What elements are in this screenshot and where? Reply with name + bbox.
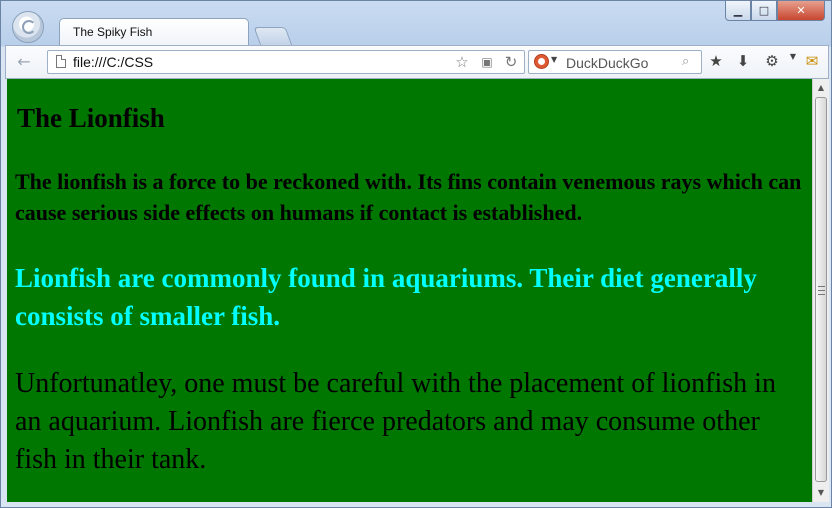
page-title: The Lionfish: [17, 103, 165, 133]
diet-paragraph: Lionfish are commonly found in aquariums…: [15, 263, 757, 331]
page-icon: [56, 55, 66, 68]
new-tab-button[interactable]: [253, 27, 293, 46]
grip-icon: [818, 286, 825, 295]
reload-icon[interactable]: ↻: [502, 53, 520, 71]
minimize-button[interactable]: ▁: [725, 1, 751, 21]
bookmarks-star-icon[interactable]: ★: [706, 52, 726, 72]
page-menu-icon[interactable]: ▣: [478, 53, 496, 71]
search-icon[interactable]: ⌕: [682, 54, 689, 69]
browser-tab[interactable]: The Spiky Fish: [59, 18, 249, 45]
address-text[interactable]: file:///C:/CSS: [73, 54, 153, 70]
address-bar[interactable]: file:///C:/CSS ☆ ▣ ↻: [47, 50, 525, 74]
download-icon[interactable]: ⬇: [733, 52, 753, 72]
tab-title: The Spiky Fish: [73, 25, 153, 39]
wrench-icon[interactable]: ⚙: [762, 52, 782, 72]
close-button[interactable]: ✕: [777, 1, 825, 21]
browser-window: The Spiky Fish ▁ □ ✕ ← file:///C:/CSS ☆ …: [0, 0, 832, 508]
navigation-toolbar: ← file:///C:/CSS ☆ ▣ ↻ ▼ DuckDuckGo ⌕ ★ …: [5, 45, 829, 79]
warning-paragraph: Unfortunatley, one must be careful with …: [15, 368, 776, 475]
intro-paragraph: The lionfish is a force to be reckoned w…: [15, 169, 802, 225]
scroll-thumb[interactable]: [815, 97, 827, 482]
vertical-scrollbar[interactable]: ▲ ▼: [812, 79, 829, 502]
chevron-down-icon[interactable]: ▼: [551, 55, 557, 64]
maximize-button[interactable]: □: [751, 1, 777, 21]
search-box[interactable]: ▼ DuckDuckGo ⌕: [528, 50, 702, 74]
window-controls: ▁ □ ✕: [725, 1, 825, 22]
page-content: The Lionfish The lionfish is a force to …: [7, 79, 812, 502]
browser-logo: [12, 11, 44, 43]
scroll-up-icon[interactable]: ▲: [813, 79, 829, 96]
search-engine-placeholder[interactable]: DuckDuckGo: [566, 55, 648, 71]
star-icon[interactable]: ☆: [453, 53, 471, 71]
duckduckgo-icon[interactable]: [534, 54, 549, 69]
back-arrow-icon[interactable]: ←: [14, 53, 34, 71]
mail-icon[interactable]: ✉: [802, 52, 822, 72]
tools-chevron-down-icon[interactable]: ▼: [783, 52, 803, 72]
scroll-down-icon[interactable]: ▼: [813, 484, 829, 501]
